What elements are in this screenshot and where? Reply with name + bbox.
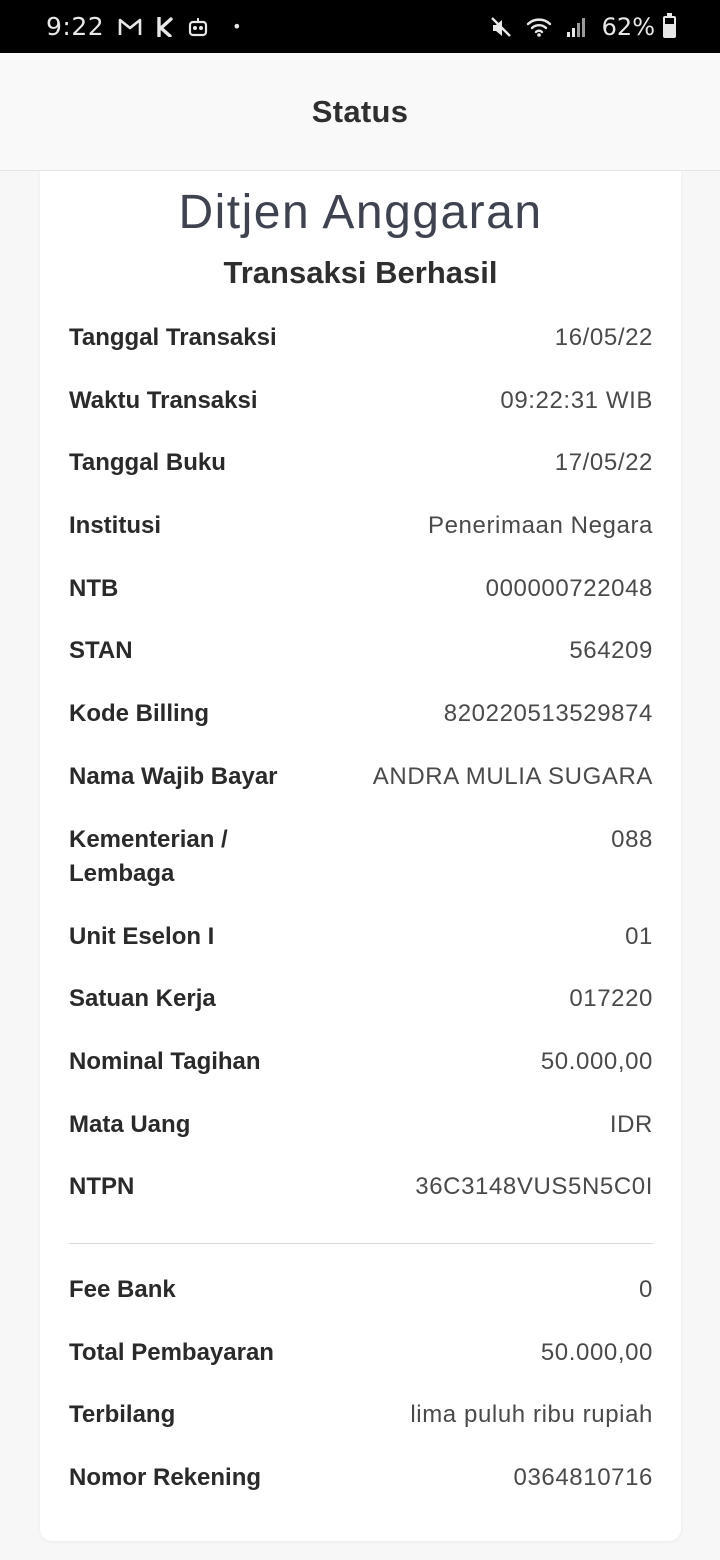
battery-percent: 62%: [601, 12, 655, 41]
status-bar-left: 9:22 •: [46, 12, 242, 41]
robot-app-icon: [188, 17, 208, 37]
detail-row: Mata Uang IDR: [69, 1108, 653, 1171]
row-value: 09:22:31 WIB: [500, 386, 653, 414]
k-app-icon: [156, 16, 174, 37]
row-label: Nomor Rekening: [69, 1464, 262, 1491]
row-label: Tanggal Transaksi: [69, 324, 277, 351]
row-label: Tanggal Buku: [69, 449, 226, 477]
row-value: 0: [639, 1275, 653, 1303]
row-value: IDR: [609, 1110, 653, 1138]
row-value: lima puluh ribu rupiah: [410, 1401, 653, 1429]
detail-row: Unit Eselon I 01: [69, 920, 653, 983]
detail-row: Tanggal Buku 17/05/22: [69, 446, 653, 509]
status-bar-right: 62%: [490, 12, 676, 41]
row-value: 820220513529874: [443, 700, 653, 728]
row-label: NTB: [69, 574, 119, 602]
summary-row: Total Pembayaran 50.000,00: [69, 1336, 653, 1399]
detail-row: Nama Wajib Bayar ANDRA MULIA SUGARA: [69, 760, 653, 823]
transaction-status: Transaksi Berhasil: [223, 255, 498, 290]
signal-icon: [566, 16, 588, 38]
detail-row: Tanggal Transaksi 16/05/22: [69, 321, 653, 384]
gmail-icon: [118, 18, 142, 36]
row-value: 17/05/22: [554, 449, 653, 477]
row-label: Institusi: [69, 512, 162, 540]
row-label: Total Pembayaran: [69, 1338, 274, 1366]
row-value: 50.000,00: [540, 1047, 653, 1075]
row-label: Satuan Kerja: [69, 985, 216, 1013]
summary-row: Terbilang lima puluh ribu rupiah: [69, 1398, 653, 1461]
clock: 9:22: [46, 12, 105, 41]
detail-row: NTPN 36C3148VUS5N5C0I: [69, 1170, 653, 1233]
row-value: 16/05/22: [554, 324, 653, 351]
mute-icon: [490, 16, 512, 38]
brand-title: Ditjen Anggaran: [178, 186, 543, 239]
detail-row: Nominal Tagihan 50.000,00: [69, 1045, 653, 1108]
detail-row: Waktu Transaksi 09:22:31 WIB: [69, 384, 653, 447]
row-label: Terbilang: [69, 1401, 176, 1429]
divider: [69, 1242, 653, 1244]
detail-row: NTB 000000722048: [69, 572, 653, 635]
row-label: Kementerian / Lembaga: [69, 825, 228, 887]
more-notifications-dot-icon: •: [232, 17, 242, 36]
app-bar: Status: [0, 53, 720, 171]
row-label: Mata Uang: [69, 1110, 191, 1138]
row-label: Nama Wajib Bayar: [69, 762, 278, 790]
row-label: Fee Bank: [69, 1275, 176, 1303]
detail-row: Satuan Kerja 017220: [69, 982, 653, 1045]
row-label: Unit Eselon I: [69, 922, 215, 950]
row-value: 01: [625, 922, 653, 950]
row-label: Nominal Tagihan: [69, 1047, 261, 1075]
row-value: ANDRA MULIA SUGARA: [372, 762, 653, 790]
page-title: Status: [311, 93, 409, 129]
wifi-icon: [526, 16, 552, 38]
detail-row: Kode Billing 820220513529874: [69, 697, 653, 760]
detail-row: Institusi Penerimaan Negara: [69, 509, 653, 572]
receipt-details: Tanggal Transaksi 16/05/22 Waktu Transak…: [69, 321, 653, 1524]
receipt-card: Ditjen Anggaran Transaksi Berhasil Tangg…: [40, 171, 681, 1541]
row-value: 000000722048: [485, 574, 653, 602]
row-value: 50.000,00: [540, 1338, 653, 1366]
row-label: NTPN: [69, 1173, 135, 1201]
row-label: STAN: [69, 637, 133, 665]
summary-row: Fee Bank 0: [69, 1273, 653, 1336]
summary-row: Nomor Rekening 0364810716: [69, 1461, 653, 1524]
row-value: 017220: [569, 985, 653, 1013]
row-label: Waktu Transaksi: [69, 386, 258, 414]
row-value: 564209: [569, 637, 653, 665]
row-value: 088: [611, 825, 653, 853]
row-label: Kode Billing: [69, 700, 209, 728]
detail-row: STAN 564209: [69, 634, 653, 697]
row-value: Penerimaan Negara: [428, 512, 653, 540]
row-value: 36C3148VUS5N5C0I: [415, 1173, 653, 1201]
detail-row: Kementerian / Lembaga 088: [69, 823, 653, 920]
row-value: 0364810716: [513, 1464, 653, 1491]
battery-icon: [663, 12, 676, 38]
status-bar: 9:22 • 62%: [0, 0, 720, 53]
